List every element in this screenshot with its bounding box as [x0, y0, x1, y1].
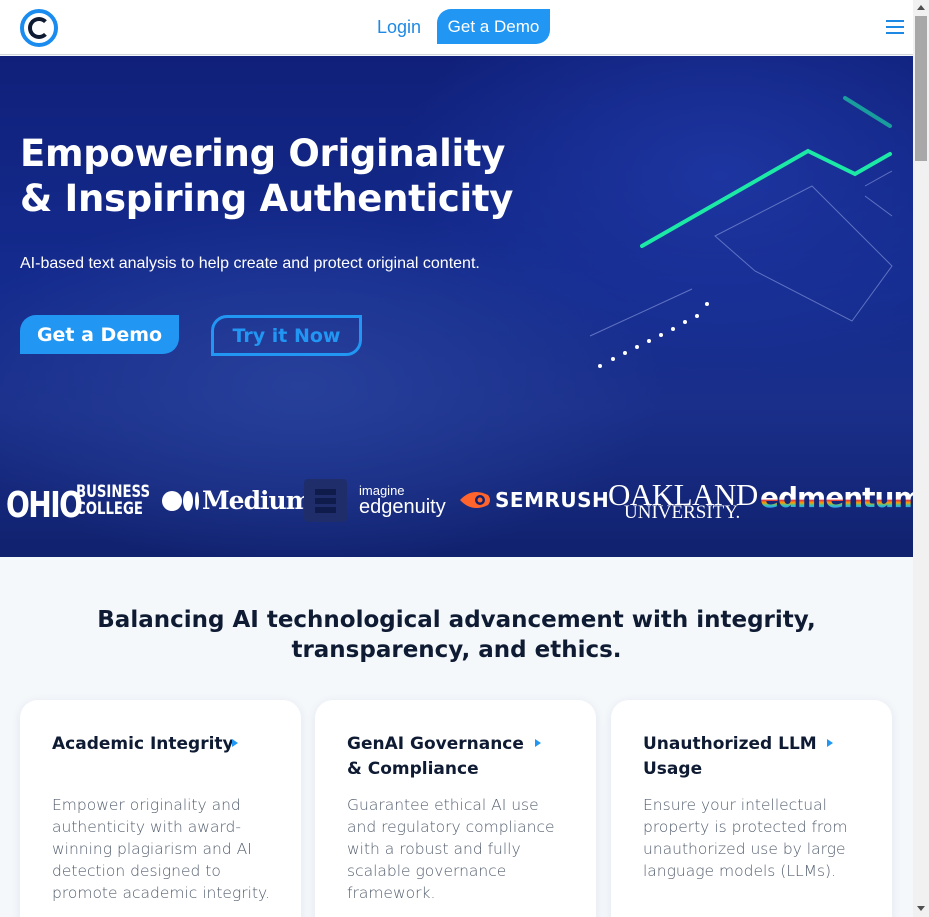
card-academic-integrity[interactable]: Academic Integrity Empower originality a… [20, 700, 301, 917]
card-title: GenAI Governance & Compliance [347, 734, 524, 779]
card-genai-governance[interactable]: GenAI Governance & Compliance Guarantee … [315, 700, 596, 917]
page-scrollbar[interactable] [913, 0, 929, 917]
card-description: Guarantee ethical AI use and regulatory … [347, 796, 555, 902]
caret-right-icon[interactable] [535, 739, 541, 747]
scroll-up-arrow-icon[interactable] [917, 5, 925, 10]
caret-right-icon[interactable] [232, 739, 238, 747]
logo-mark [28, 17, 50, 39]
medium-logo-icon [162, 491, 199, 511]
get-demo-button-hero[interactable]: Get a Demo [20, 315, 179, 354]
medium-logo-text: Medium [202, 486, 312, 515]
edgenuity-logo-text: edgenuity [359, 496, 446, 518]
card-description: Empower originality and authenticity wit… [52, 796, 270, 902]
get-demo-button-header[interactable]: Get a Demo [437, 9, 550, 44]
hero-section: Empowering Originality & Inspiring Authe… [0, 56, 913, 557]
hero-line-graphic-icon [589, 96, 893, 368]
caret-right-icon[interactable] [827, 739, 833, 747]
hero-title-line2: & Inspiring Authenticity [20, 177, 514, 220]
semrush-logo-icon [460, 491, 490, 509]
scroll-thumb[interactable] [915, 16, 927, 161]
partner-logos-row: OHIO BUSINESS COLLEGE Medium imagine edge… [0, 477, 913, 527]
semrush-logo-text: SEMRUSH [495, 488, 610, 512]
card-description: Ensure your intellectual property is pro… [643, 796, 848, 880]
edgenuity-logo-icon [304, 479, 347, 522]
site-header: Login Get a Demo [0, 0, 913, 55]
card-unauthorized-llm[interactable]: Unauthorized LLM Usage Ensure your intel… [611, 700, 892, 917]
oakland-university-sub: UNIVERSITY. [624, 502, 741, 523]
ohio-business-college-sub: BUSINESS COLLEGE [76, 482, 151, 519]
hero-title: Empowering Originality & Inspiring Authe… [20, 131, 580, 221]
card-title: Unauthorized LLM Usage [643, 734, 817, 779]
hero-subtitle: AI-based text analysis to help create an… [20, 255, 480, 272]
ohio-business-college-logo: OHIO [6, 485, 83, 526]
try-it-now-button[interactable]: Try it Now [211, 315, 362, 356]
edmentum-logo: edmentum [760, 481, 913, 514]
copyleaks-logo-icon[interactable] [20, 9, 58, 47]
scroll-down-arrow-icon[interactable] [917, 906, 925, 911]
section-title: Balancing AI technological advancement w… [97, 607, 816, 663]
login-link[interactable]: Login [377, 17, 421, 38]
card-title: Academic Integrity [52, 734, 234, 754]
hamburger-menu-icon[interactable] [886, 20, 904, 34]
hero-title-line1: Empowering Originality [20, 132, 506, 175]
